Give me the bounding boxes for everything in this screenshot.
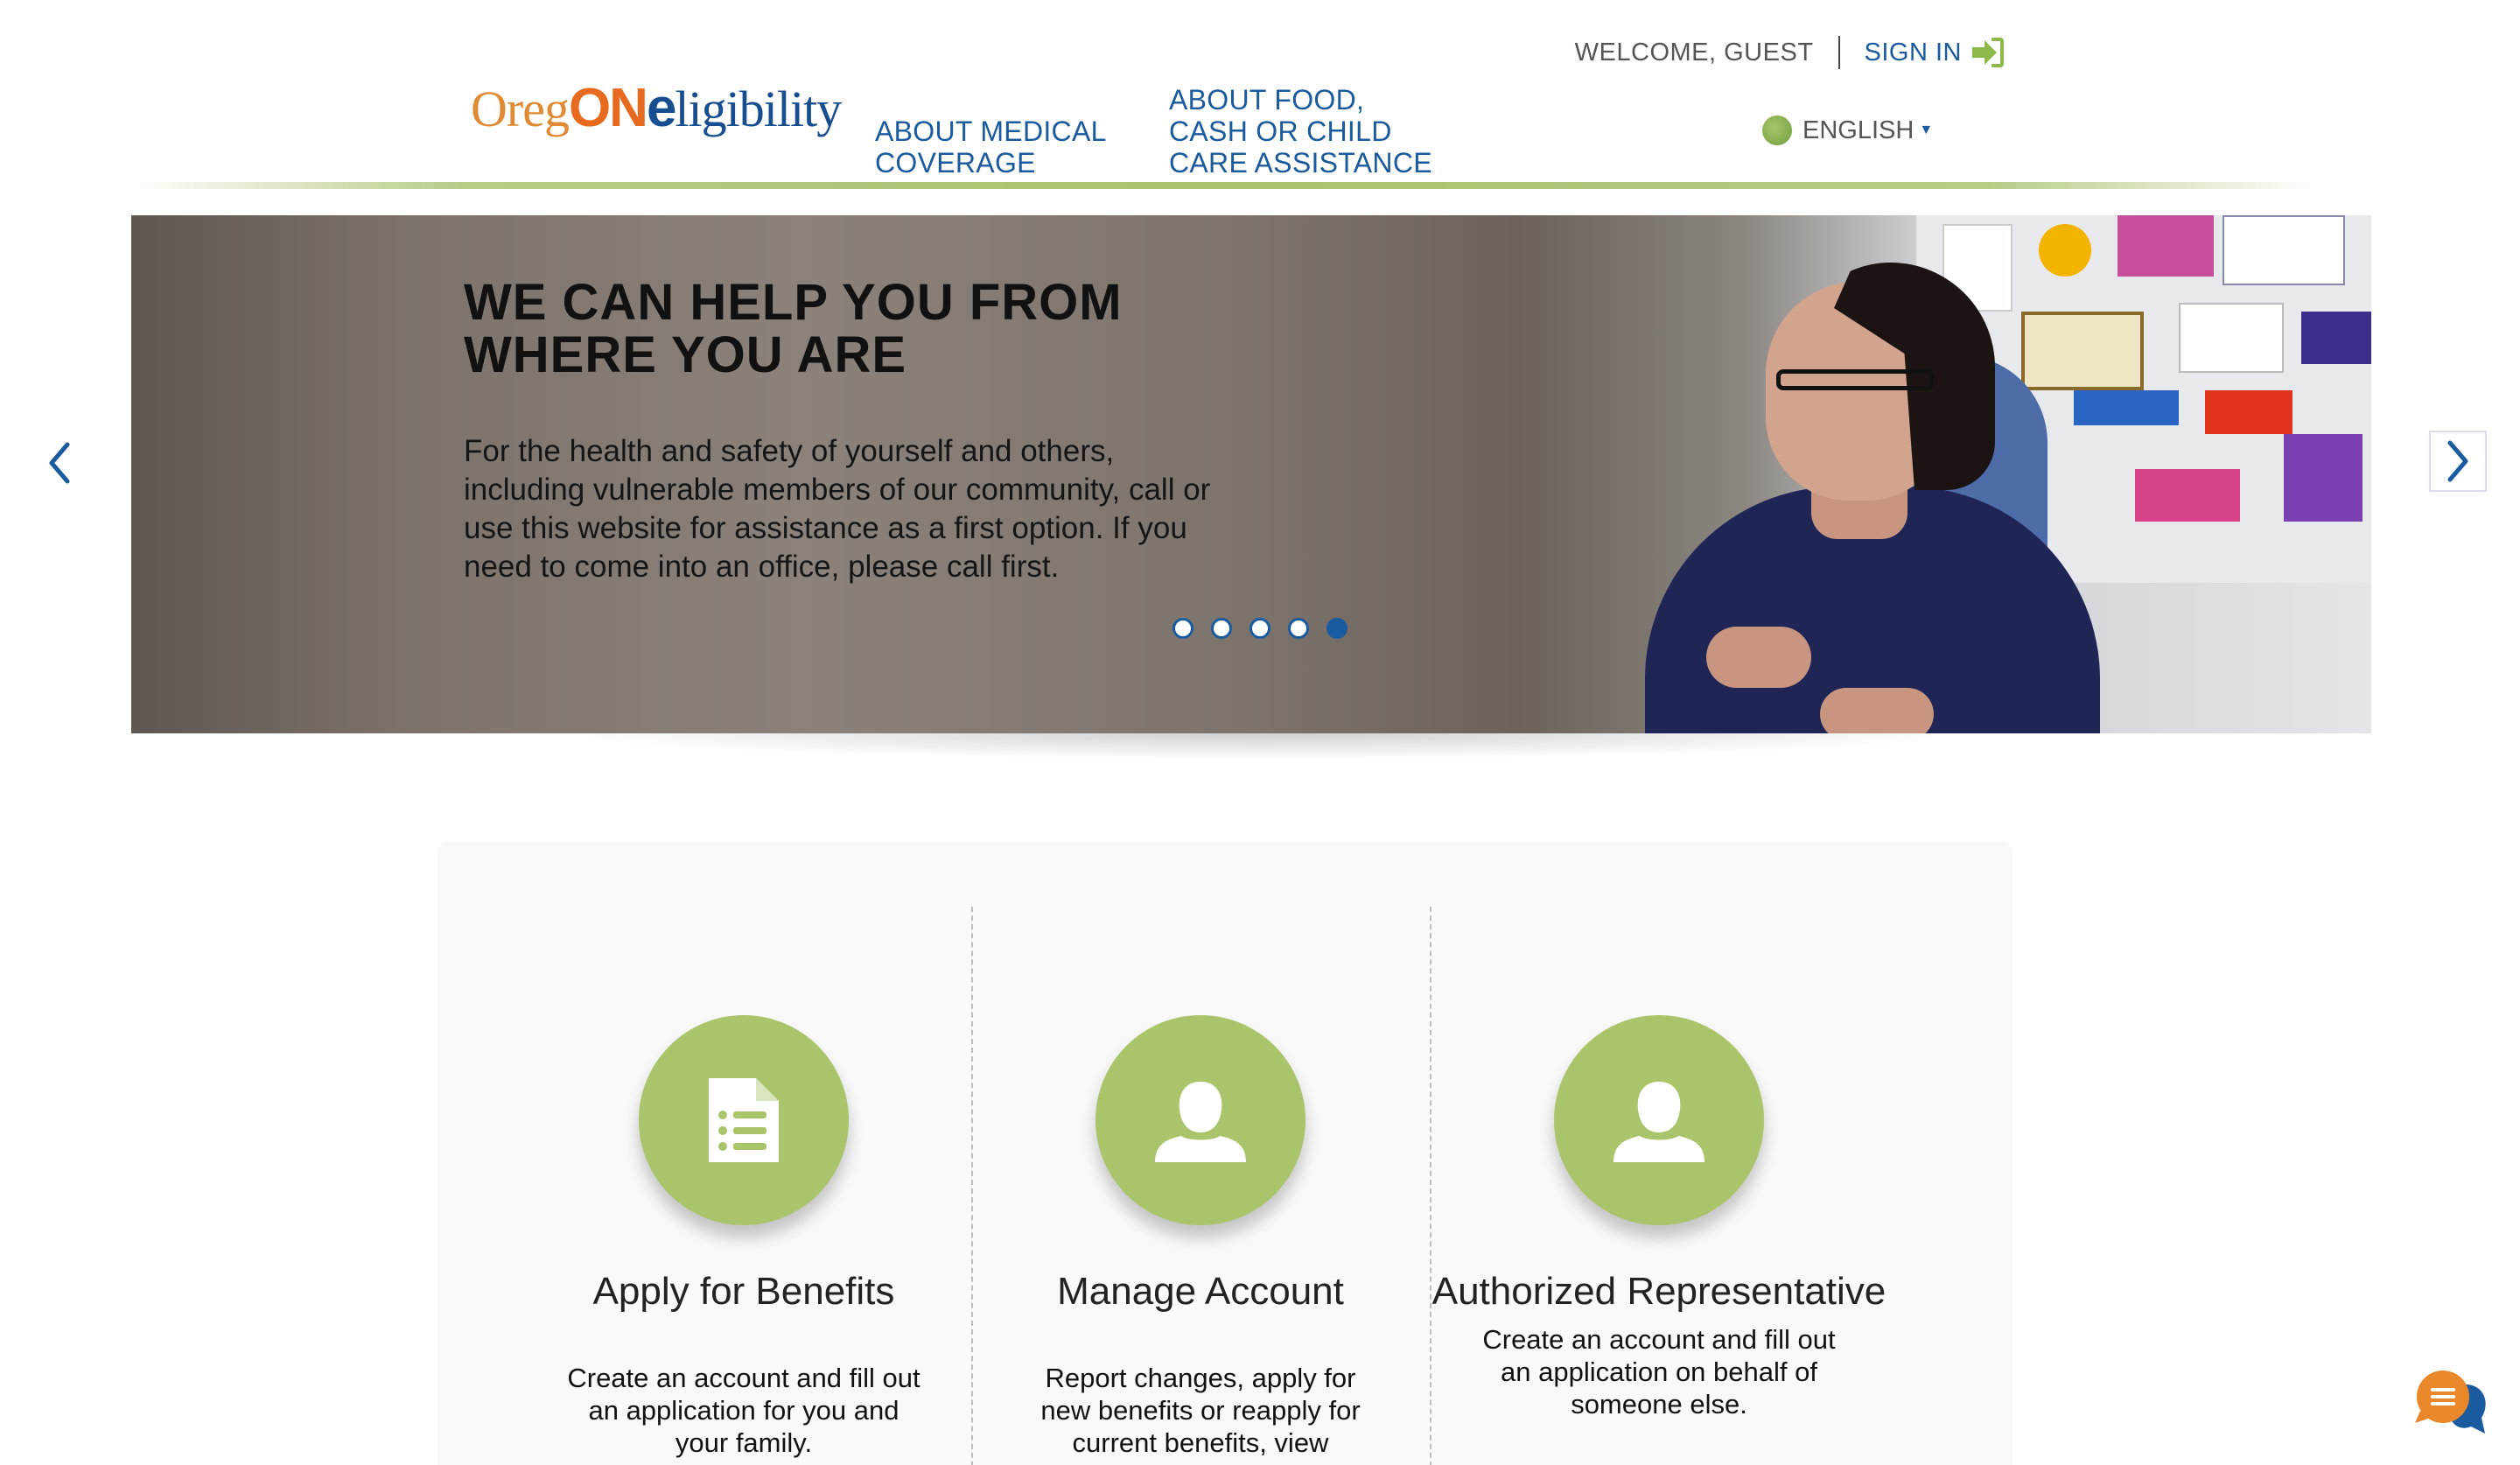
oregoneligibility-logo[interactable]: OregONeligibility: [471, 77, 842, 138]
chevron-left-icon: [49, 442, 70, 484]
carousel-dot-4[interactable]: [1288, 618, 1309, 639]
carousel-prev-button[interactable]: [38, 432, 80, 494]
hero-body: For the health and safety of yourself an…: [464, 434, 1211, 584]
carousel-dot-2[interactable]: [1211, 618, 1232, 639]
chat-icon: [2415, 1370, 2486, 1433]
language-selector[interactable]: ENGLISH ▼: [1762, 116, 1933, 145]
language-label: ENGLISH: [1802, 116, 1914, 144]
globe-icon: [1762, 116, 1792, 145]
document-list-icon: [639, 1015, 849, 1225]
nav-about-medical-coverage[interactable]: ABOUT MEDICAL COVERAGE: [875, 116, 1138, 179]
carousel-dot-5[interactable]: [1326, 618, 1348, 639]
authorized-representative-card[interactable]: Authorized Representative Create an acco…: [1432, 1015, 1886, 1420]
hero-carousel: WE CAN HELP YOU FROM WHERE YOU ARE For t…: [131, 215, 2371, 733]
card-title: Apply for Benefits: [592, 1270, 895, 1313]
user-bar: WELCOME, GUEST SIGN IN: [1575, 33, 2004, 72]
card-description: Create an account and fill out an applic…: [567, 1363, 920, 1458]
chevron-right-icon: [2447, 440, 2468, 482]
carousel-next-button[interactable]: [2429, 431, 2487, 492]
apply-for-benefits-card[interactable]: Apply for Benefits Create an account and…: [516, 1015, 971, 1459]
sign-in-label: SIGN IN: [1864, 38, 1962, 67]
sign-in-link[interactable]: SIGN IN: [1865, 38, 2004, 67]
card-description: Create an account and fill out an applic…: [1482, 1324, 1836, 1419]
carousel-dot-3[interactable]: [1250, 618, 1270, 639]
user-icon: [1554, 1015, 1764, 1225]
card-title: Manage Account: [1057, 1270, 1344, 1313]
hero-shadow: [542, 733, 1978, 760]
card-title: Authorized Representative: [1432, 1270, 1886, 1313]
card-description: Report changes, apply for new benefits o…: [1040, 1363, 1361, 1465]
header-rule: [131, 182, 2319, 189]
manage-account-card[interactable]: Manage Account Report changes, apply for…: [973, 1015, 1428, 1465]
nav-about-food-cash-child-care[interactable]: ABOUT FOOD, CASH OR CHILD CARE ASSISTANC…: [1169, 84, 1449, 179]
hero-title: WE CAN HELP YOU FROM WHERE YOU ARE: [464, 274, 1123, 383]
caret-down-icon: ▼: [1919, 123, 1934, 137]
divider: [1838, 36, 1840, 69]
chat-button[interactable]: [2412, 1367, 2490, 1446]
carousel-dot-1[interactable]: [1172, 618, 1194, 639]
welcome-text: WELCOME, GUEST: [1574, 38, 1814, 67]
carousel-dots: [1172, 618, 1348, 639]
sign-in-icon: [1972, 38, 2004, 67]
user-icon: [1096, 1015, 1306, 1225]
